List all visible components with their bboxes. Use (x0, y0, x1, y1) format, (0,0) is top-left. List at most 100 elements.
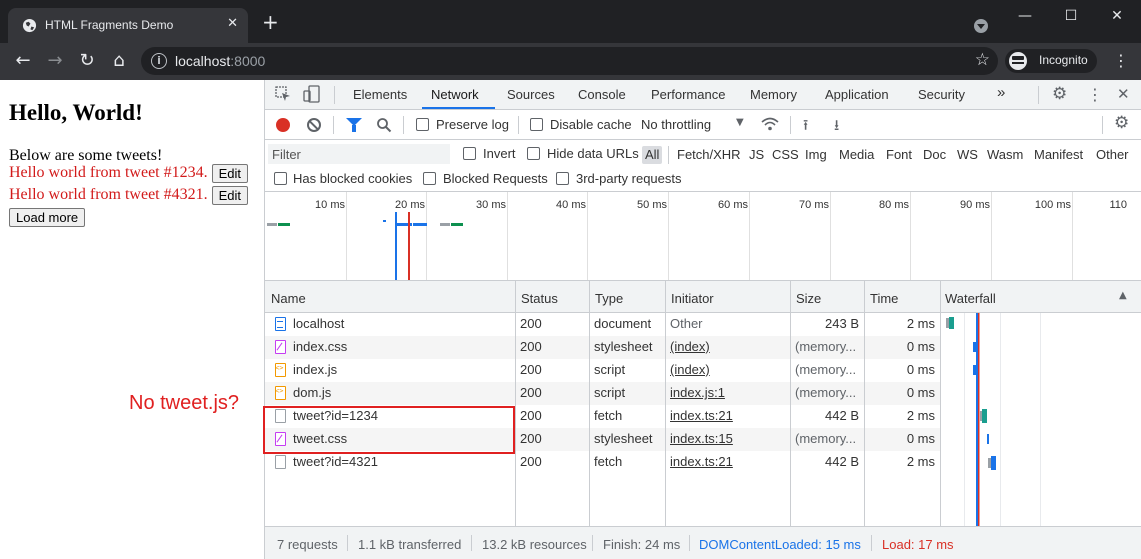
filter-type-other[interactable]: Other (1093, 146, 1132, 164)
request-status: 200 (520, 362, 542, 377)
throttling-select[interactable]: No throttling (641, 117, 711, 132)
divider (334, 86, 335, 104)
filter-type-wasm[interactable]: Wasm (984, 146, 1026, 164)
divider (518, 116, 519, 134)
tab-application[interactable]: Application (825, 87, 889, 102)
filter-type-font[interactable]: Font (883, 146, 915, 164)
waterfall-column (946, 313, 1041, 526)
chevron-down-icon[interactable]: ▼ (736, 117, 744, 128)
bookmark-star-icon[interactable]: ☆ (975, 50, 990, 70)
clear-icon[interactable] (307, 118, 321, 132)
minimize-button[interactable]: — (1002, 4, 1048, 28)
tab-title: HTML Fragments Demo (45, 18, 174, 32)
request-initiator[interactable]: index.js:1 (670, 385, 725, 400)
has-blocked-cookies-checkbox[interactable] (274, 172, 287, 185)
preserve-log-checkbox[interactable] (416, 118, 429, 131)
maximize-button[interactable]: ☐ (1048, 4, 1094, 28)
edit-button[interactable]: Edit (211, 164, 249, 183)
hide-data-urls-checkbox[interactable] (527, 147, 540, 160)
back-arrow-icon[interactable]: ← (12, 50, 34, 72)
load-more-button[interactable]: Load more (9, 208, 86, 227)
request-time: 2 ms (906, 454, 935, 469)
network-settings-gear-icon[interactable]: ⚙ (1114, 113, 1129, 133)
filter-type-fetch-xhr[interactable]: Fetch/XHR (674, 146, 744, 164)
filter-type-all[interactable]: All (642, 146, 663, 164)
tab-performance[interactable]: Performance (651, 87, 725, 102)
request-initiator[interactable]: (index) (670, 339, 710, 354)
script-icon (275, 363, 286, 377)
request-initiator[interactable]: index.ts:21 (670, 408, 733, 423)
request-initiator[interactable]: index.ts:15 (670, 431, 733, 446)
browser-tab[interactable]: HTML Fragments Demo ✕ (8, 8, 248, 43)
filter-type-doc[interactable]: Doc (920, 146, 949, 164)
tab-search-icon[interactable] (974, 19, 988, 33)
settings-gear-icon[interactable]: ⚙ (1052, 84, 1067, 104)
column-initiator[interactable]: Initiator (671, 291, 714, 306)
request-initiator[interactable]: index.ts:21 (670, 454, 733, 469)
filter-type-ws[interactable]: WS (954, 146, 981, 164)
import-har-icon[interactable]: ⭱ (803, 115, 808, 140)
new-tab-button[interactable]: + (262, 12, 279, 32)
network-conditions-icon[interactable] (761, 116, 779, 132)
column-type[interactable]: Type (595, 291, 623, 306)
request-size: (memory... (795, 385, 857, 400)
browser-menu-icon[interactable]: ⋮ (1113, 51, 1129, 70)
column-waterfall[interactable]: Waterfall (945, 291, 996, 306)
status-domcontentloaded: DOMContentLoaded: 15 ms (699, 537, 861, 552)
column-size[interactable]: Size (796, 291, 821, 306)
third-party-checkbox[interactable] (556, 172, 569, 185)
address-bar[interactable]: i localhost:8000 ☆ (141, 47, 998, 75)
column-time[interactable]: Time (870, 291, 898, 306)
blocked-requests-checkbox[interactable] (423, 172, 436, 185)
table-row[interactable]: localhost 200 document Other 243 B 2 ms (265, 313, 940, 336)
filter-type-media[interactable]: Media (836, 146, 877, 164)
search-icon[interactable] (376, 117, 392, 133)
record-icon[interactable] (276, 118, 290, 132)
table-row[interactable]: tweet?id=4321 200 fetch index.ts:21 442 … (265, 451, 940, 474)
filter-type-manifest[interactable]: Manifest (1031, 146, 1086, 164)
filter-type-js[interactable]: JS (746, 146, 767, 164)
filter-funnel-icon[interactable] (346, 118, 362, 132)
tab-memory[interactable]: Memory (750, 87, 797, 102)
url-text[interactable]: localhost:8000 (175, 53, 265, 69)
forward-arrow-icon[interactable]: → (44, 50, 66, 72)
table-row[interactable]: index.js 200 script (index) (memory... 0… (265, 359, 940, 382)
tweet-item: Hello world from tweet #4321. Edit (9, 186, 249, 205)
tab-sources[interactable]: Sources (507, 87, 555, 102)
info-icon[interactable]: i (151, 53, 167, 69)
globe-icon (22, 18, 37, 33)
home-icon[interactable]: ⌂ (108, 50, 130, 72)
tab-network[interactable]: Network (431, 87, 479, 102)
incognito-badge[interactable]: Incognito (1005, 49, 1097, 73)
sort-ascending-icon[interactable]: ▲ (1119, 290, 1127, 301)
network-overview-timeline[interactable]: 10 ms 20 ms 30 ms 40 ms 50 ms 60 ms 70 m… (265, 192, 1141, 281)
tab-console[interactable]: Console (578, 87, 626, 102)
close-window-button[interactable]: ✕ (1094, 4, 1140, 28)
tab-elements[interactable]: Elements (353, 87, 407, 102)
reload-icon[interactable]: ↻ (76, 50, 98, 72)
request-initiator[interactable]: (index) (670, 362, 710, 377)
close-tab-icon[interactable]: ✕ (227, 16, 238, 31)
tab-security[interactable]: Security (918, 87, 965, 102)
request-name: localhost (293, 316, 345, 331)
filter-type-css[interactable]: CSS (769, 146, 802, 164)
edit-button[interactable]: Edit (211, 186, 249, 205)
inspect-element-icon[interactable] (275, 86, 291, 102)
table-row[interactable]: index.css 200 stylesheet (index) (memory… (265, 336, 940, 359)
column-status[interactable]: Status (521, 291, 558, 306)
more-tabs-icon[interactable]: » (997, 84, 1005, 101)
disable-cache-checkbox[interactable] (530, 118, 543, 131)
export-har-icon[interactable]: ⭳ (834, 115, 839, 140)
network-requests-table: Name Status Type Initiator Size Time Wat… (265, 281, 1141, 526)
devtools-menu-icon[interactable]: ⋮ (1087, 85, 1103, 104)
column-name[interactable]: Name (271, 291, 306, 306)
invert-checkbox[interactable] (463, 147, 476, 160)
network-toolbar: Preserve log Disable cache No throttling… (265, 110, 1141, 140)
filter-type-img[interactable]: Img (802, 146, 830, 164)
close-devtools-icon[interactable]: ✕ (1117, 85, 1130, 103)
hide-data-urls-label: Hide data URLs (547, 146, 639, 161)
table-row[interactable]: dom.js 200 script index.js:1 (memory... … (265, 382, 940, 405)
filter-input[interactable] (268, 144, 450, 164)
request-size: (memory... (795, 431, 857, 446)
device-toolbar-icon[interactable] (303, 85, 321, 103)
